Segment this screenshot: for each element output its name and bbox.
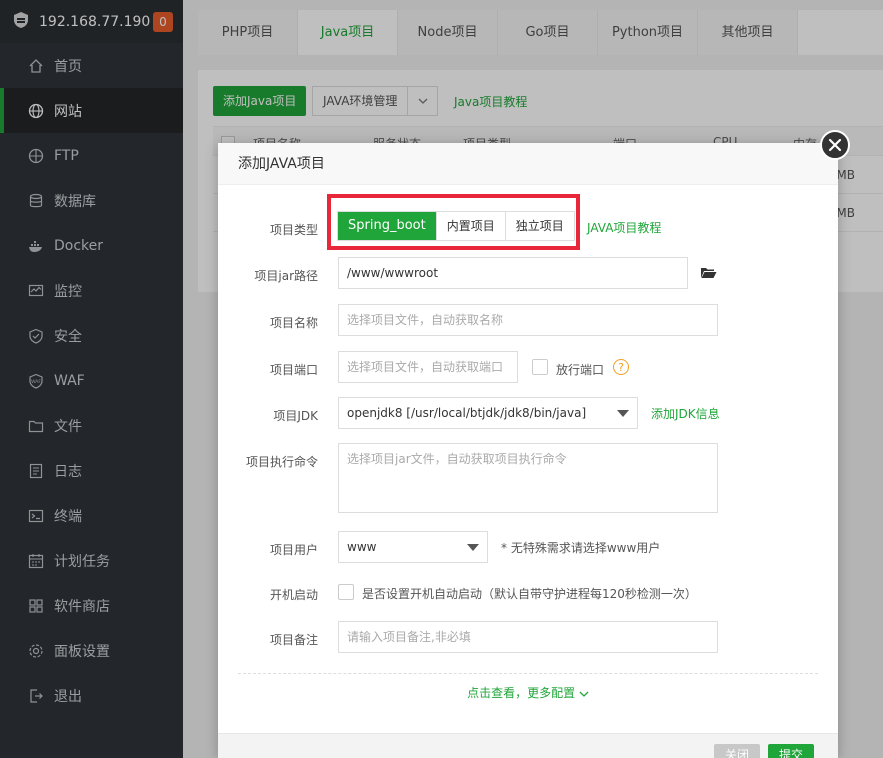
add-jdk-link[interactable]: 添加JDK信息: [651, 405, 720, 422]
folder-open-icon[interactable]: [700, 266, 717, 282]
project-name-label: 项目名称: [269, 316, 318, 330]
add-java-project-dialog: 添加JAVA项目 项目类型 Spring_boot 内置项目 独立项目 JAVA…: [218, 143, 838, 758]
question-help-icon[interactable]: ?: [613, 359, 629, 375]
dropdown-caret-icon: [467, 544, 479, 551]
close-button[interactable]: 关闭: [714, 744, 760, 758]
auto-start-label: 开机启动: [269, 588, 318, 602]
open-port-label: 放行端口: [556, 363, 605, 377]
auto-start-checkbox[interactable]: [338, 584, 354, 600]
remark-label: 项目备注: [269, 633, 318, 647]
project-user-select[interactable]: www: [338, 531, 488, 563]
more-config-toggle[interactable]: 点击查看，更多配置: [218, 684, 838, 701]
project-jdk-value: openjdk8 [/usr/local/btjdk/jdk8/bin/java…: [347, 406, 587, 420]
project-jdk-label: 项目JDK: [273, 409, 318, 423]
dialog-close-icon[interactable]: [820, 130, 850, 160]
jar-path-input[interactable]: /www/wwwroot: [338, 257, 688, 289]
project-user-value: www: [347, 540, 377, 554]
open-port-checkbox[interactable]: [532, 359, 548, 375]
dialog-title: 添加JAVA项目: [218, 143, 838, 185]
divider: [238, 673, 818, 674]
exec-command-textarea[interactable]: 选择项目jar文件，自动获取项目执行命令: [338, 443, 718, 513]
project-port-input[interactable]: 选择项目文件，自动获取端口: [338, 351, 518, 383]
more-config-label: 点击查看，更多配置: [467, 686, 576, 700]
project-type-label: 项目类型: [269, 223, 318, 237]
submit-button[interactable]: 提交: [768, 744, 814, 758]
project-port-label: 项目端口: [269, 363, 318, 377]
remark-input[interactable]: 请输入项目备注,非必填: [338, 621, 718, 653]
jar-path-label: 项目jar路径: [254, 269, 318, 283]
project-jdk-select[interactable]: openjdk8 [/usr/local/btjdk/jdk8/bin/java…: [338, 397, 638, 429]
highlight-box: [327, 194, 580, 250]
java-tutorial-link[interactable]: JAVA项目教程: [587, 219, 661, 236]
user-hint: * 无特殊需求请选择www用户: [501, 541, 661, 555]
exec-command-label: 项目执行命令: [245, 455, 318, 469]
project-name-input[interactable]: 选择项目文件，自动获取名称: [338, 304, 718, 336]
auto-start-hint: 是否设置开机自动启动（默认自带守护进程每120秒检测一次）: [362, 587, 697, 601]
dialog-footer: 关闭 提交: [218, 733, 838, 758]
chevron-down-icon: [579, 686, 589, 700]
project-user-label: 项目用户: [269, 543, 318, 557]
dropdown-caret-icon: [617, 410, 629, 417]
